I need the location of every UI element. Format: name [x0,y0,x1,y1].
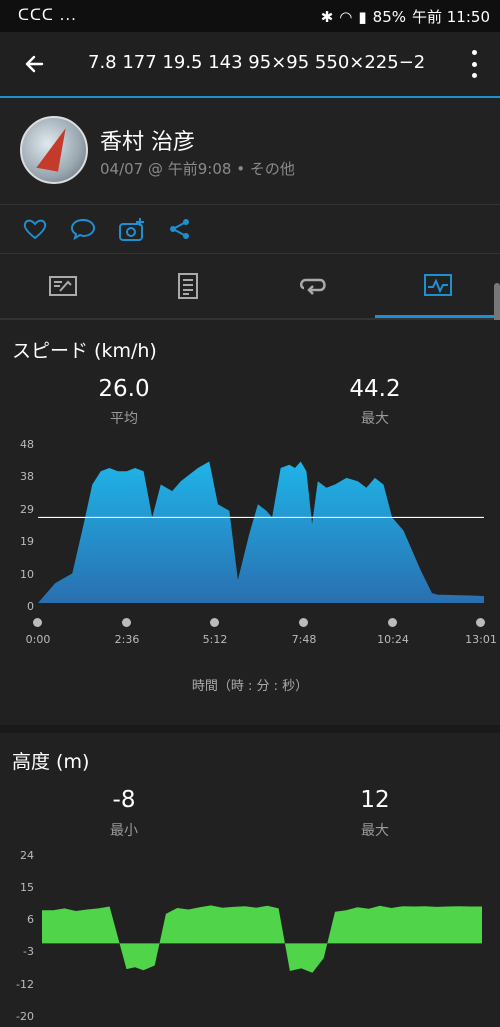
altitude-title: 高度 (m) [12,751,90,773]
speed-xtick: 13:01 [465,633,497,646]
altitude-ytick: -3 [23,945,34,958]
avatar[interactable] [20,116,88,184]
activity-profile: 香村 治彦 04/07 @ 午前9:08 • その他 [0,98,500,205]
altitude-section: 高度 (m) -8 最小 12 最大 24 15 6 -3 -12 -20 [0,733,500,1027]
speed-ytick: 48 [20,438,34,451]
speed-title: スピード (km/h) [12,340,157,362]
activity-tabs [0,254,500,320]
x-scrub-dot[interactable] [122,618,131,627]
signal-icon: ▮ [358,7,367,26]
altitude-ytick: 15 [20,881,34,894]
app-bar: 7.8 177 19.5 143 95×95 550×225−2 [0,32,500,98]
tab-details[interactable] [125,254,250,318]
speed-max-label: 最大 [361,411,389,427]
speed-max-value: 44.2 [349,376,401,402]
heart-icon[interactable] [22,217,48,241]
altitude-ytick: -12 [16,978,34,991]
altitude-chart [42,905,482,973]
tab-laps[interactable] [250,254,375,318]
altitude-min-label: 最小 [110,823,138,839]
section-divider [0,725,500,733]
chart-pulse-icon [423,273,452,296]
notification-icons: ᑕᑕᑕ ... [18,6,77,24]
speed-average-label: 平均 [110,411,138,427]
x-axis-caption: 時間（時 : 分 : 秒） [191,679,309,694]
series-area [42,905,482,973]
altitude-ytick: 6 [27,913,34,926]
speed-xtick: 10:24 [377,633,409,646]
bluetooth-icon: ✱ [320,7,334,26]
social-bar [0,205,500,254]
speed-ytick: 0 [27,600,34,613]
x-scrub-dot[interactable] [210,618,219,627]
speed-ytick: 19 [20,535,34,548]
speed-section: スピード (km/h) 26.0 平均 44.2 最大 48 38 29 19 … [0,320,500,725]
tab-overview[interactable] [0,254,125,318]
page-title: 7.8 177 19.5 143 95×95 550×225−2 [88,52,426,73]
speed-xtick: 7:48 [291,633,317,646]
document-list-icon [177,273,198,299]
speed-xtick: 2:36 [114,633,140,646]
x-scrub-dot[interactable] [388,618,397,627]
altitude-ytick: -20 [16,1010,34,1023]
wifi-icon: ◠ [339,7,353,26]
tab-charts[interactable] [375,254,500,318]
back-arrow-icon[interactable] [16,46,52,82]
speed-average-value: 26.0 [98,376,150,402]
speed-ytick: 29 [20,503,34,516]
share-icon[interactable] [167,217,193,241]
altitude-ytick: 24 [20,849,34,862]
x-scrub-dot[interactable] [476,618,485,627]
add-photo-icon[interactable] [118,217,144,241]
altitude-max-value: 12 [360,787,390,813]
activity-meta: 04/07 @ 午前9:08 • その他 [100,160,295,178]
speed-ytick: 38 [20,470,34,483]
speed-chart [38,461,484,603]
speed-xtick: 5:12 [202,633,228,646]
overview-icon [48,276,77,296]
user-name[interactable]: 香村 治彦 [100,124,195,156]
speed-ytick: 10 [20,568,34,581]
altitude-max-label: 最大 [361,823,389,839]
x-scrub-dot[interactable] [299,618,308,627]
status-bar: ᑕᑕᑕ ... ✱ ◠ ▮ 85% 午前 11:50 [0,0,500,32]
altitude-min-value: -8 [112,787,136,813]
battery-percent: 85% [372,7,406,26]
more-options-icon[interactable] [462,50,486,78]
loop-icon [299,278,326,295]
series-area [38,461,484,603]
comment-icon[interactable] [70,217,96,241]
speed-xtick: 0:00 [25,633,51,646]
clock: 午前 11:50 [412,8,490,26]
x-scrub-dot[interactable] [33,618,42,627]
